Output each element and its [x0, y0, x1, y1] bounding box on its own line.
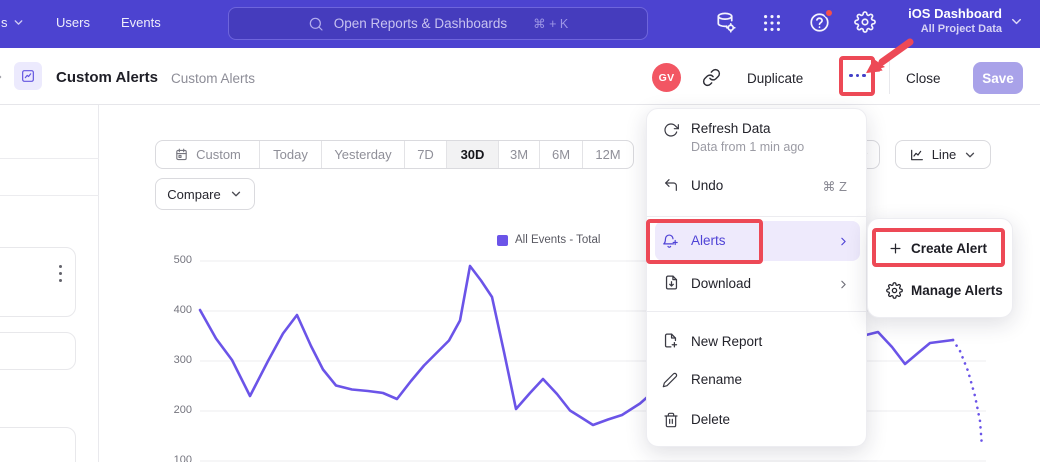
line-chart-icon	[909, 147, 925, 163]
sidebar-card[interactable]	[0, 427, 76, 462]
pencil-icon	[662, 372, 678, 388]
date-range-30d[interactable]: 30D	[446, 141, 498, 168]
date-range-3m[interactable]: 3M	[498, 141, 539, 168]
chevron-down-icon	[229, 187, 243, 201]
legend-swatch	[497, 235, 508, 246]
undo-icon	[663, 177, 679, 193]
menu-item-rename[interactable]: Rename	[647, 366, 866, 398]
chevron-down-icon	[963, 148, 977, 162]
keyboard-shortcut: ⌘ Z	[800, 179, 847, 195]
app-window: 500 400 300 200 100 All Events - Total s…	[0, 0, 1040, 462]
download-icon	[663, 274, 680, 291]
gear-icon	[886, 282, 903, 299]
date-range-today[interactable]: Today	[259, 141, 321, 168]
chart-line-projected	[953, 340, 982, 447]
menu-item-undo[interactable]: Undo ⌘ Z	[647, 171, 866, 203]
plus-icon	[888, 241, 903, 256]
alerts-submenu: Create Alert Manage Alerts	[867, 218, 1013, 318]
date-range-7d[interactable]: 7D	[404, 141, 446, 168]
sidebar-card[interactable]	[0, 332, 76, 370]
sidebar-card[interactable]	[0, 247, 76, 317]
legend-label: All Events - Total	[515, 234, 600, 246]
sidebar-divider	[0, 158, 99, 159]
chart-type-button[interactable]: Line	[895, 140, 991, 169]
date-range-group: Custom Today Yesterday 7D 30D 3M 6M 12M	[155, 140, 634, 169]
date-range-12m[interactable]: 12M	[582, 141, 633, 168]
trash-icon	[663, 412, 679, 428]
context-menu: Refresh Data Data from 1 min ago Undo ⌘ …	[646, 108, 867, 447]
submenu-item-create-alert[interactable]: Create Alert	[868, 233, 1012, 267]
submenu-chevron-icon	[837, 278, 850, 291]
date-range-6m[interactable]: 6M	[539, 141, 582, 168]
sidebar-divider	[0, 195, 99, 196]
menu-item-refresh-data[interactable]: Refresh Data Data from 1 min ago	[647, 117, 866, 165]
submenu-item-manage-alerts[interactable]: Manage Alerts	[868, 275, 1012, 309]
date-range-custom[interactable]: Custom	[156, 141, 259, 168]
date-range-yesterday[interactable]: Yesterday	[321, 141, 404, 168]
menu-item-new-report[interactable]: New Report	[647, 327, 866, 359]
refresh-icon	[663, 122, 679, 138]
kebab-menu-icon[interactable]	[55, 261, 66, 286]
menu-divider	[647, 216, 866, 217]
menu-item-subtitle: Data from 1 min ago	[691, 140, 804, 154]
menu-divider	[647, 311, 866, 312]
menu-item-delete[interactable]: Delete	[647, 406, 866, 438]
submenu-chevron-icon	[837, 235, 850, 248]
annotation-arrow	[830, 28, 930, 83]
menu-item-alerts[interactable]: Alerts	[655, 221, 860, 261]
alert-bell-plus-icon	[662, 233, 679, 250]
calendar-icon	[174, 147, 189, 162]
left-sidebar	[0, 105, 99, 462]
new-report-icon	[662, 332, 679, 349]
menu-item-download[interactable]: Download	[647, 269, 866, 301]
chart-legend[interactable]: All Events - Total	[497, 234, 600, 246]
compare-button[interactable]: Compare	[155, 178, 255, 210]
